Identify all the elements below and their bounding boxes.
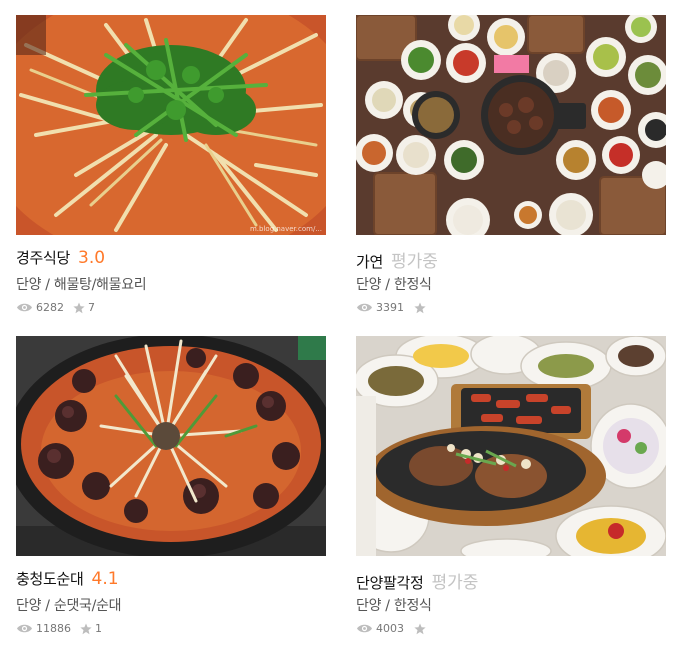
photo-watermark: m.blog.naver.com/...	[249, 225, 322, 233]
restaurant-stats: 11886 1	[16, 622, 326, 635]
haemultang-photo-illustration	[16, 15, 326, 235]
view-count: 11886	[36, 622, 71, 635]
restaurant-name[interactable]: 경주식당	[16, 247, 70, 268]
restaurant-card[interactable]: m.blog.naver.com/... 경주식당 3.0 단양 / 해물탕/해…	[16, 15, 326, 314]
restaurant-stats: 4003	[356, 622, 666, 635]
restaurant-name[interactable]: 가연	[356, 251, 383, 272]
sundae-jeongol-photo-illustration	[16, 336, 326, 556]
restaurant-category: 단양 / 한정식	[356, 277, 432, 293]
star-icon	[73, 302, 85, 313]
restaurant-stats: 3391	[356, 301, 666, 314]
view-count: 3391	[376, 301, 404, 314]
restaurant-category: 단양 / 순댓국/순대	[16, 598, 122, 614]
restaurant-category: 단양 / 해물탕/해물요리	[16, 277, 147, 293]
star-icon	[80, 623, 92, 634]
star-icon	[414, 302, 426, 313]
eye-icon	[17, 624, 32, 633]
restaurant-card[interactable]: 가연 평가중 단양 / 한정식 3391	[356, 15, 666, 314]
eye-icon	[17, 303, 32, 312]
hanjeongsik-photo-illustration	[356, 15, 666, 235]
restaurant-photo[interactable]	[16, 336, 326, 556]
restaurant-stats: 6282 7	[16, 301, 326, 314]
eye-icon	[357, 624, 372, 633]
view-count: 6282	[36, 301, 64, 314]
view-count: 4003	[376, 622, 404, 635]
restaurant-category: 단양 / 한정식	[356, 598, 432, 614]
restaurant-name[interactable]: 충청도순대	[16, 568, 84, 589]
favorite-count: 7	[88, 301, 95, 314]
favorite-count: 1	[95, 622, 102, 635]
restaurant-score: 3.0	[78, 248, 106, 268]
restaurant-photo[interactable]	[356, 15, 666, 235]
eye-icon	[357, 303, 372, 312]
tteokgalbi-set-photo-illustration	[356, 336, 666, 556]
restaurant-card[interactable]: 충청도순대 4.1 단양 / 순댓국/순대 11886 1	[16, 336, 326, 635]
restaurant-score: 평가중	[391, 252, 438, 272]
restaurant-photo[interactable]: m.blog.naver.com/...	[16, 15, 326, 235]
restaurant-card[interactable]: 단양팔각정 평가중 단양 / 한정식 4003	[356, 336, 666, 635]
restaurant-score: 평가중	[431, 573, 479, 593]
restaurant-score: 4.1	[91, 569, 119, 589]
restaurant-photo[interactable]	[356, 336, 666, 556]
star-icon	[414, 623, 426, 634]
restaurant-name[interactable]: 단양팔각정	[356, 572, 424, 593]
